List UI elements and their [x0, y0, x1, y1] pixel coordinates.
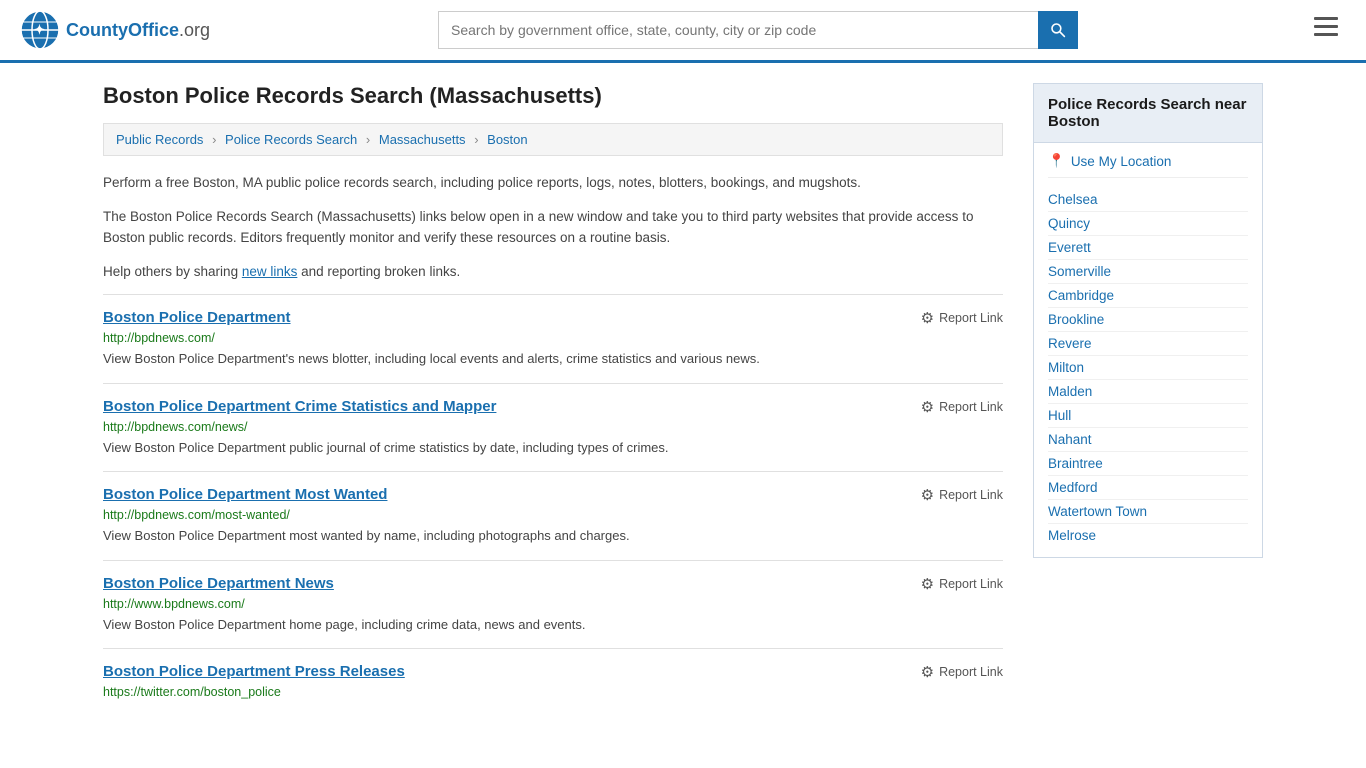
sidebar-city-everett[interactable]: Everett	[1048, 236, 1248, 260]
sidebar-links: ChelseaQuincyEverettSomervilleCambridgeB…	[1048, 188, 1248, 547]
sidebar-city-hull[interactable]: Hull	[1048, 404, 1248, 428]
logo-area: ✦ CountyOffice.org	[20, 10, 210, 50]
record-title-4[interactable]: Boston Police Department Press Releases	[103, 663, 405, 680]
records-list: Boston Police Department ⚙ Report Link h…	[103, 294, 1003, 717]
record-desc-0: View Boston Police Department's news blo…	[103, 349, 1003, 369]
site-header: ✦ CountyOffice.org	[0, 0, 1366, 63]
record-url-0[interactable]: http://bpdnews.com/	[103, 331, 1003, 345]
breadcrumb-public-records[interactable]: Public Records	[116, 132, 203, 147]
record-url-3[interactable]: http://www.bpdnews.com/	[103, 597, 1003, 611]
sidebar-header: Police Records Search near Boston	[1033, 83, 1263, 143]
record-desc-3: View Boston Police Department home page,…	[103, 615, 1003, 635]
description-1: Perform a free Boston, MA public police …	[103, 172, 1003, 194]
description-3: Help others by sharing new links and rep…	[103, 261, 1003, 283]
sidebar-city-somerville[interactable]: Somerville	[1048, 260, 1248, 284]
search-icon	[1050, 22, 1066, 38]
record-item: Boston Police Department ⚙ Report Link h…	[103, 294, 1003, 383]
location-pin-icon: 📍	[1048, 153, 1065, 169]
new-links-link[interactable]: new links	[242, 264, 298, 279]
breadcrumb-massachusetts[interactable]: Massachusetts	[379, 132, 466, 147]
report-link-btn-3[interactable]: ⚙ Report Link	[921, 575, 1003, 593]
logo-text: CountyOffice.org	[66, 20, 210, 41]
hamburger-icon	[1314, 17, 1338, 37]
report-link-btn-1[interactable]: ⚙ Report Link	[921, 398, 1003, 416]
record-item: Boston Police Department News ⚙ Report L…	[103, 560, 1003, 649]
sidebar: Police Records Search near Boston 📍 Use …	[1033, 83, 1263, 717]
report-icon-0: ⚙	[921, 309, 934, 327]
search-button[interactable]	[1038, 11, 1078, 49]
breadcrumb-police-records[interactable]: Police Records Search	[225, 132, 357, 147]
sidebar-body: 📍 Use My Location ChelseaQuincyEverettSo…	[1033, 143, 1263, 558]
page-title: Boston Police Records Search (Massachuse…	[103, 83, 1003, 109]
sidebar-city-nahant[interactable]: Nahant	[1048, 428, 1248, 452]
record-desc-2: View Boston Police Department most wante…	[103, 526, 1003, 546]
report-icon-2: ⚙	[921, 486, 934, 504]
sidebar-city-milton[interactable]: Milton	[1048, 356, 1248, 380]
record-item: Boston Police Department Most Wanted ⚙ R…	[103, 471, 1003, 560]
sidebar-city-medford[interactable]: Medford	[1048, 476, 1248, 500]
record-title-2[interactable]: Boston Police Department Most Wanted	[103, 486, 387, 503]
sidebar-city-brookline[interactable]: Brookline	[1048, 308, 1248, 332]
sidebar-city-chelsea[interactable]: Chelsea	[1048, 188, 1248, 212]
record-title-3[interactable]: Boston Police Department News	[103, 575, 334, 592]
record-url-2[interactable]: http://bpdnews.com/most-wanted/	[103, 508, 1003, 522]
sidebar-city-quincy[interactable]: Quincy	[1048, 212, 1248, 236]
record-desc-1: View Boston Police Department public jou…	[103, 438, 1003, 458]
logo-icon: ✦	[20, 10, 60, 50]
report-link-btn-0[interactable]: ⚙ Report Link	[921, 309, 1003, 327]
hamburger-menu-button[interactable]	[1306, 13, 1346, 47]
svg-text:✦: ✦	[34, 22, 45, 37]
sidebar-city-malden[interactable]: Malden	[1048, 380, 1248, 404]
search-area	[438, 11, 1078, 49]
content-area: Boston Police Records Search (Massachuse…	[103, 83, 1003, 717]
search-input[interactable]	[438, 11, 1038, 49]
use-my-location[interactable]: 📍 Use My Location	[1048, 153, 1248, 178]
record-item: Boston Police Department Press Releases …	[103, 648, 1003, 717]
record-url-1[interactable]: http://bpdnews.com/news/	[103, 420, 1003, 434]
report-link-btn-4[interactable]: ⚙ Report Link	[921, 663, 1003, 681]
record-title-0[interactable]: Boston Police Department	[103, 309, 291, 326]
breadcrumb-boston[interactable]: Boston	[487, 132, 527, 147]
sidebar-city-cambridge[interactable]: Cambridge	[1048, 284, 1248, 308]
record-url-4[interactable]: https://twitter.com/boston_police	[103, 685, 1003, 699]
description-2: The Boston Police Records Search (Massac…	[103, 206, 1003, 249]
report-icon-1: ⚙	[921, 398, 934, 416]
sidebar-city-revere[interactable]: Revere	[1048, 332, 1248, 356]
record-title-1[interactable]: Boston Police Department Crime Statistic…	[103, 398, 496, 415]
record-item: Boston Police Department Crime Statistic…	[103, 383, 1003, 472]
report-icon-3: ⚙	[921, 575, 934, 593]
sidebar-city-melrose[interactable]: Melrose	[1048, 524, 1248, 547]
sidebar-city-braintree[interactable]: Braintree	[1048, 452, 1248, 476]
report-link-btn-2[interactable]: ⚙ Report Link	[921, 486, 1003, 504]
main-layout: Boston Police Records Search (Massachuse…	[83, 63, 1283, 737]
breadcrumb: Public Records › Police Records Search ›…	[103, 123, 1003, 156]
sidebar-city-watertown-town[interactable]: Watertown Town	[1048, 500, 1248, 524]
report-icon-4: ⚙	[921, 663, 934, 681]
